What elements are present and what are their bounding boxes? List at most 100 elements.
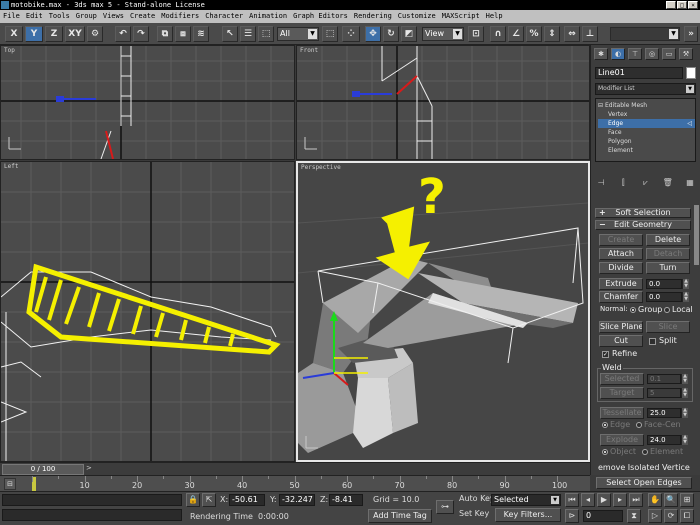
edit-geometry-rollout[interactable]: − Edit Geometry [595,220,691,230]
remove-isolated-vertices-button[interactable]: emove Isolated Vertice [598,463,690,472]
x-coordinate-field[interactable]: -50.61 [229,494,265,506]
menu-character[interactable]: Character [205,10,243,23]
unlink-icon[interactable]: ⧈ [175,26,191,42]
close-button[interactable]: × [688,1,698,9]
current-frame-field[interactable]: 0 [583,510,623,522]
configure-modifier-sets-icon[interactable]: ▦ [684,177,696,189]
absolute-mode-icon[interactable]: ⇱ [202,493,216,507]
stack-item-editable-mesh[interactable]: ⊟ Editable Mesh [598,101,695,110]
time-configuration-icon[interactable]: ⧗ [627,509,641,523]
add-time-tag-button[interactable]: Add Time Tag [368,509,432,523]
gear-icon[interactable]: ⚙ [87,26,103,42]
viewport-label-perspective[interactable]: Perspective [301,164,341,171]
remove-modifier-icon[interactable]: 🗑 [662,177,674,189]
app-icon[interactable] [1,1,9,9]
maximize-button[interactable]: □ [677,1,687,9]
weld-selected-button[interactable]: Selected [600,373,644,385]
snap-percent-icon[interactable]: ⁘ [342,26,360,42]
viewport-perspective[interactable]: Perspective ? [296,161,590,462]
slice-plane-button[interactable]: Slice Plane [599,321,643,333]
scale-icon[interactable]: ◩ [401,26,417,42]
arc-rotate-icon[interactable]: ⟳ [664,509,678,523]
modifier-list-dropdown[interactable]: Modifier List ▼ [595,83,696,95]
axis-z-button[interactable]: Z [45,26,63,42]
menu-views[interactable]: Views [103,10,124,23]
motion-tab-icon[interactable]: ◎ [645,48,659,60]
move-icon[interactable]: ✥ [365,26,381,42]
stack-item-face[interactable]: Face [598,128,695,137]
key-filters-button[interactable]: Key Filters... [495,508,561,522]
toolbar-overflow-icon[interactable]: » [684,26,698,42]
menu-edit[interactable]: Edit [26,10,43,23]
explode-objects-radio[interactable] [602,449,608,455]
stack-item-element[interactable]: Element [598,146,695,155]
menu-group[interactable]: Group [76,10,97,23]
slice-button[interactable]: Slice [646,321,690,333]
reference-coordinate-dropdown[interactable]: View ▼ [422,27,464,41]
minimize-button[interactable]: _ [666,1,676,9]
tessellate-tension-spinner[interactable]: 25.0 ▲ ▼ [647,408,688,418]
track-bar[interactable]: ⊟ 10 20 30 40 50 60 70 80 90 100 [0,475,590,491]
weld-target-button[interactable]: Target [600,387,644,399]
maximize-viewport-icon[interactable]: ⧠ [680,509,694,523]
selection-lock-icon[interactable]: 🔒 [186,493,200,507]
chamfer-amount-spinner[interactable]: 0.0 ▲ ▼ [646,292,689,302]
region-select-icon[interactable]: ⬚ [258,26,274,42]
stack-item-edge[interactable]: Edge ◁ [598,119,695,128]
percent-snap-icon[interactable]: % [526,26,542,42]
bind-space-warp-icon[interactable]: ≋ [193,26,209,42]
axis-y-button[interactable]: Y [25,26,43,42]
menu-file[interactable]: File [3,10,20,23]
divide-button[interactable]: Divide [599,262,643,274]
redo-icon[interactable]: ↷ [133,26,149,42]
selection-filter-dropdown[interactable]: All ▼ [277,27,319,41]
viewport-label-front[interactable]: Front [300,47,318,54]
chamfer-button[interactable]: Chamfer [599,291,643,303]
pan-icon[interactable]: ✋ [648,493,662,507]
normal-local-radio[interactable] [664,307,670,313]
mirror-icon[interactable]: ⇔ [564,26,580,42]
tessellate-face-center-radio[interactable] [636,422,642,428]
menu-maxscript[interactable]: MAXScript [442,10,480,23]
key-mode-toggle-icon[interactable]: ⊳ [565,509,579,523]
display-tab-icon[interactable]: ▭ [662,48,676,60]
viewport-label-top[interactable]: Top [4,47,15,54]
viewport-front[interactable]: Front [296,45,590,160]
magnet-snap-icon[interactable]: ∩ [490,26,506,42]
zoom-icon[interactable]: 🔍 [664,493,678,507]
create-tab-icon[interactable]: ✱ [594,48,608,60]
set-key-icon[interactable]: ⊶ [436,500,454,514]
attach-button[interactable]: Attach [599,248,643,260]
explode-angle-spinner[interactable]: 24.0 ▲ ▼ [647,435,688,445]
field-of-view-icon[interactable]: ▷ [648,509,662,523]
z-coordinate-field[interactable]: -8.41 [329,494,363,506]
axis-xy-button[interactable]: XY [65,26,85,42]
explode-button[interactable]: Explode [600,434,644,446]
select-by-name-icon[interactable]: ☰ [240,26,256,42]
link-icon[interactable]: ⧉ [157,26,173,42]
split-checkbox[interactable] [649,338,656,345]
pin-stack-icon[interactable]: ⊣ [595,177,607,189]
axis-x-button[interactable]: X [5,26,23,42]
menu-help[interactable]: Help [486,10,503,23]
menu-modifiers[interactable]: Modifiers [161,10,199,23]
named-selection-dropdown[interactable]: ▼ [610,27,680,41]
make-unique-icon[interactable]: ⩗ [640,177,652,189]
command-panel-scrollbar[interactable] [694,205,699,265]
turn-button[interactable]: Turn [646,262,690,274]
angle-snap-icon[interactable]: ∠ [508,26,524,42]
modify-tab-icon[interactable]: ◐ [611,48,625,60]
stack-item-polygon[interactable]: Polygon [598,137,695,146]
undo-icon[interactable]: ↶ [115,26,131,42]
select-open-edges-button[interactable]: Select Open Edges [596,477,692,489]
pivot-icon[interactable]: ⊡ [468,26,484,42]
extrude-button[interactable]: Extrude [599,278,643,290]
key-icon[interactable]: ⊟ [4,478,16,490]
menu-graph-editors[interactable]: Graph Editors [293,10,348,23]
align-icon[interactable]: ⊥ [582,26,598,42]
set-key-button[interactable]: Set Key [459,509,489,518]
previous-frame-icon[interactable]: ◂ [581,493,595,507]
tessellate-button[interactable]: Tessellate [600,407,644,419]
cut-button[interactable]: Cut [599,335,643,347]
time-slider-thumb[interactable]: 0 / 100 [2,464,84,475]
